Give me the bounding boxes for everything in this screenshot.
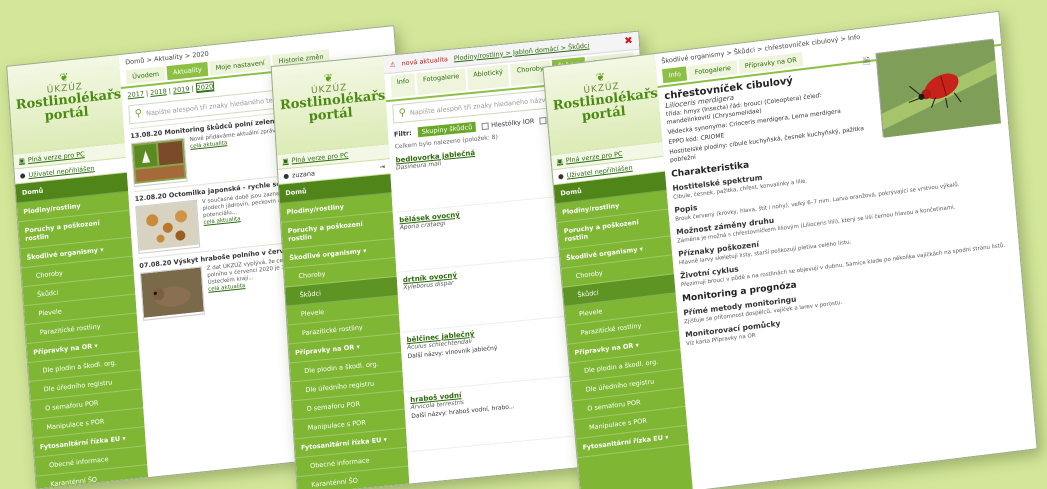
checkbox[interactable]: [539, 116, 547, 125]
logo[interactable]: ❦ ÚKZÚZ Rostlinolékařský portál: [271, 56, 402, 155]
new-news-alert[interactable]: nová aktualita: [401, 55, 448, 67]
list-item-text: bedlovorka jablečná Dasineura mali: [395, 149, 478, 208]
news-thumbnail[interactable]: [130, 137, 188, 188]
year-link[interactable]: 2020: [195, 81, 215, 94]
user-icon: ●: [19, 171, 26, 181]
tab[interactable]: Abiotický: [466, 64, 510, 91]
tab[interactable]: Info: [662, 66, 688, 84]
pdf-icon[interactable]: 🗎: [862, 54, 871, 71]
checkbox[interactable]: [481, 121, 490, 130]
tab[interactable]: Úvodem: [125, 66, 166, 85]
monitor-icon: ▣: [18, 156, 26, 166]
news-thumbnail[interactable]: [135, 199, 201, 254]
tab[interactable]: Aktuality: [166, 61, 209, 81]
year-link[interactable]: 2017: [127, 90, 144, 100]
alert-icon: ⚠: [389, 59, 396, 69]
sidebar-nav: Domů Plodiny/rostliny Poruchy a poškození …: [15, 172, 149, 489]
user-icon: ●: [557, 172, 565, 181]
collage: ❦ ÚKZÚZ Rostlinolékařský portál ▣ Plná v…: [0, 0, 1047, 489]
monitor-icon: ▣: [282, 156, 289, 166]
logo[interactable]: ❦ ÚKZÚZ Rostlinolékařský portál: [543, 54, 675, 156]
tab[interactable]: Fotogalerie: [416, 68, 467, 96]
beetle-image: [876, 39, 1002, 138]
search-icon: ⚲: [398, 107, 407, 120]
filter-option-label: Hlestólky IOR: [490, 117, 535, 130]
tab[interactable]: Info: [390, 73, 416, 98]
beetle-photo[interactable]: [875, 38, 1002, 138]
tab[interactable]: Fotogalerie: [688, 60, 738, 81]
user-icon: ●: [283, 171, 290, 181]
year-link[interactable]: 2018: [150, 87, 167, 97]
logout-icon[interactable]: ⇥: [379, 163, 385, 172]
tab[interactable]: Moje nastavení: [209, 55, 272, 76]
portal-window-detail: ❦ ÚKZÚZ Rostlinolékařský portál ▣ Plná v…: [542, 10, 1038, 489]
sidebar-nav: Domů Plodiny/rostliny Poruchy a poškození …: [278, 174, 410, 489]
list-item-text: bělásek ovocný Aporia crataegi: [399, 211, 463, 268]
monitor-icon: ▣: [556, 157, 564, 166]
year-link[interactable]: 2019: [173, 85, 190, 95]
main-content: Škodlivé organismy > Škůdci > chřestovní…: [654, 11, 1037, 489]
news-thumbnail[interactable]: [139, 266, 205, 321]
close-icon[interactable]: ✖: [624, 35, 633, 47]
search-icon: ⚲: [134, 107, 143, 120]
list-item-text: bělčinec jablečný Aculus schlechtendali Da…: [406, 328, 499, 388]
logo[interactable]: ❦ ÚKZÚZ Rostlinolékařský portál: [7, 55, 138, 155]
list-item-text: drtník ovocný Xyleborus dispar: [403, 271, 460, 327]
filter-option[interactable]: Hlestólky IOR: [481, 117, 535, 130]
list-item-text: hraboš vodní Arvicola terrestris Další náz…: [410, 386, 516, 447]
